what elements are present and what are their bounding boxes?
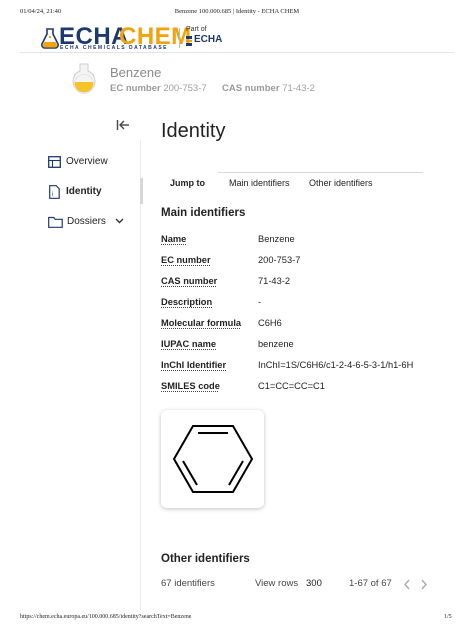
row-value-formula: C6H6	[258, 318, 282, 328]
echa-partof-logo[interactable]: ECHA	[186, 34, 230, 47]
sidebar-active-indicator	[140, 178, 143, 204]
row-value-description: -	[258, 297, 262, 307]
substance-cas: CAS number 71-43-2	[222, 83, 315, 94]
ec-value: 200-753-7	[163, 83, 207, 94]
row-label-cas[interactable]: CAS number	[161, 276, 217, 286]
row-label-ec[interactable]: EC number	[161, 255, 211, 265]
identity-icon: i	[49, 185, 60, 199]
tabs-divider	[218, 172, 423, 173]
ec-label: EC number	[110, 83, 161, 94]
row-label-iupac[interactable]: IUPAC name	[161, 339, 216, 349]
row-label-name[interactable]: Name	[161, 234, 186, 244]
row-value-iupac: benzene	[258, 339, 294, 349]
structure-card[interactable]	[161, 410, 264, 508]
header-divider	[20, 52, 454, 53]
row-label-smiles[interactable]: SMILES code	[161, 381, 220, 391]
other-identifiers-heading: Other identifiers	[161, 553, 250, 565]
sidebar-item-identity[interactable]: i Identity	[48, 184, 138, 200]
row-label-formula[interactable]: Molecular formula	[161, 318, 241, 328]
sidebar-item-label: Overview	[66, 156, 108, 167]
row-value-smiles: C1=CC=CC=C1	[258, 381, 325, 391]
print-page-number: 1/5	[444, 614, 452, 620]
row-label-description[interactable]: Description	[161, 297, 212, 307]
substance-ec: EC number 200-753-7	[110, 83, 207, 94]
substance-name: Benzene	[110, 65, 162, 80]
pagination-range: 1-67 of 67	[349, 578, 392, 589]
view-rows-label: View rows	[255, 578, 299, 589]
flask-logo-icon	[41, 28, 59, 49]
main-identifiers-heading: Main identifiers	[161, 207, 246, 219]
svg-text:i: i	[52, 192, 53, 198]
cas-label: CAS number	[222, 83, 280, 94]
folder-icon	[48, 216, 63, 228]
partof-name: ECHA	[194, 34, 223, 45]
chevron-left-icon[interactable]	[403, 579, 411, 590]
substance-flask-icon	[72, 63, 96, 94]
print-doc-title: Benzene 100.000.685 | Identity - ECHA CH…	[174, 8, 300, 15]
identifiers-count: 67 identifiers	[161, 578, 215, 589]
tab-other-identifiers[interactable]: Other identifiers	[309, 178, 373, 188]
overview-icon	[48, 156, 61, 168]
page-title: Identity	[161, 120, 226, 142]
tab-jump-to: Jump to	[170, 178, 205, 188]
print-url: https://chem.echa.europa.eu/100.000.685/…	[20, 614, 192, 620]
logo-divider	[179, 28, 180, 48]
chevron-down-icon[interactable]	[115, 218, 124, 224]
row-value-inchi: InChI=1S/C6H6/c1-2-4-6-5-3-1/h1-6H	[258, 360, 414, 370]
sidebar-item-label: Dossiers	[67, 216, 106, 227]
sidebar-item-dossiers[interactable]: Dossiers	[48, 214, 138, 230]
row-value-cas: 71-43-2	[258, 276, 291, 286]
benzene-structure-image	[172, 425, 254, 493]
sidebar-item-overview[interactable]: Overview	[48, 154, 138, 170]
partof-label: Part of	[186, 26, 207, 33]
tab-main-identifiers[interactable]: Main identifiers	[229, 178, 290, 188]
logo-tagline: ECHA CHEMICALS DATABASE	[60, 45, 169, 51]
sidebar-divider	[140, 140, 141, 610]
row-value-name: Benzene	[258, 234, 295, 244]
sidebar-item-label: Identity	[66, 186, 102, 197]
echa-mark-icon	[186, 36, 192, 46]
chevron-right-icon[interactable]	[420, 579, 428, 590]
row-label-inchi[interactable]: InChI Identifier	[161, 360, 226, 370]
cas-value: 71-43-2	[282, 83, 315, 94]
echa-chem-logo[interactable]: ECHA CHEM ECHA CHEMICALS DATABASE	[40, 23, 191, 52]
collapse-left-icon[interactable]	[116, 119, 130, 131]
view-rows-select[interactable]: 300	[306, 578, 322, 589]
row-value-ec: 200-753-7	[258, 255, 301, 265]
